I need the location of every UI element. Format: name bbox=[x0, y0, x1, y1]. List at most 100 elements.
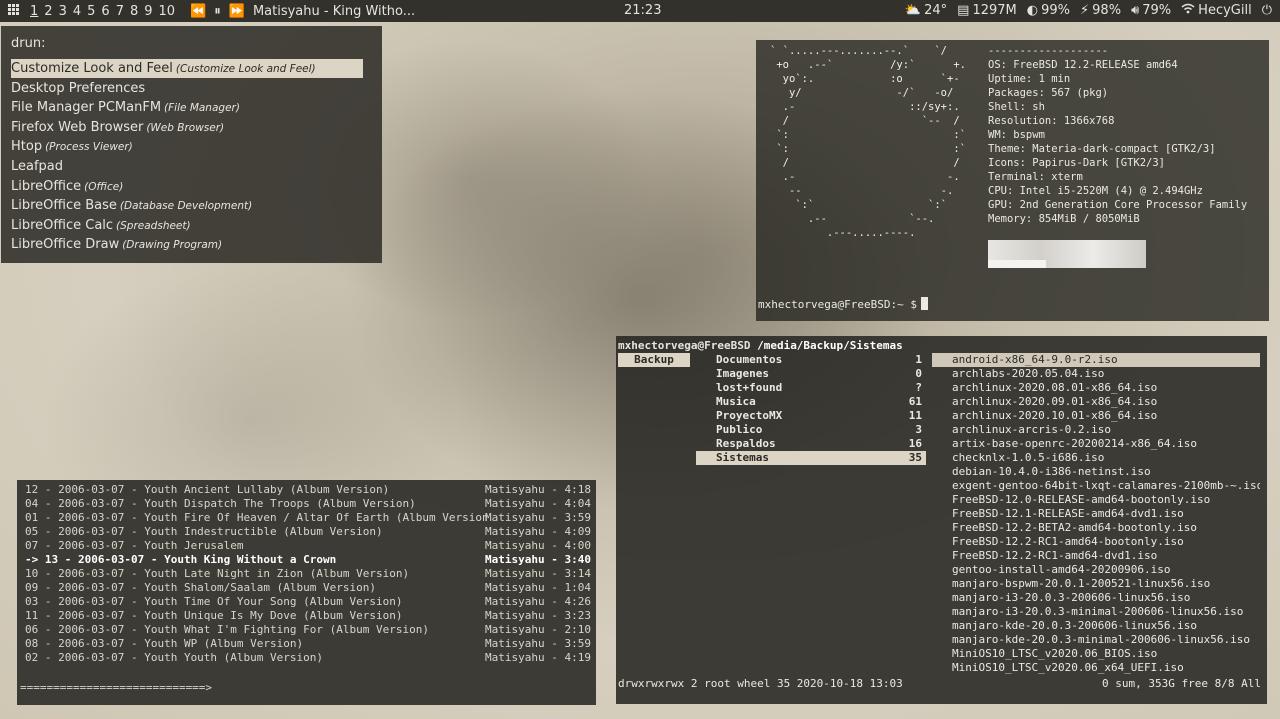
track-row[interactable]: 04 - 2006-03-07 - Youth Dispatch The Tro… bbox=[17, 497, 596, 511]
weather-value: 24° bbox=[924, 3, 948, 18]
file-entry[interactable]: exgent-gentoo-64bit-lxqt-calamares-2100m… bbox=[932, 479, 1260, 493]
track-row[interactable]: 11 - 2006-03-07 - Youth Unique Is My Dov… bbox=[17, 609, 596, 623]
preview-column: android-x86_64-9.0-r2.iso archlabs-2020.0… bbox=[932, 353, 1260, 675]
entry-name: LibreOffice Base bbox=[11, 198, 117, 214]
track-artist-duration: Matisyahu - 4:09 bbox=[485, 525, 591, 538]
wifi-name: HecyGill bbox=[1198, 3, 1252, 18]
apps-grid-icon[interactable] bbox=[0, 3, 27, 19]
workspace-5[interactable]: 5 bbox=[84, 4, 98, 19]
track-row[interactable]: 07 - 2006-03-07 - Youth Jerusalem Matisya… bbox=[17, 539, 596, 553]
workspace-10[interactable]: 10 bbox=[156, 4, 179, 19]
launcher-entry[interactable]: Leafpad bbox=[11, 157, 363, 176]
memory-value: 1297M bbox=[972, 3, 1017, 18]
file-entry[interactable]: manjaro-i3-20.0.3-200606-linux56.iso bbox=[932, 591, 1260, 605]
volume-indicator[interactable]: 🔊︎ 79% bbox=[1131, 3, 1171, 18]
file-entry[interactable]: archlinux-2020.10.01-x86_64.iso bbox=[932, 409, 1260, 423]
launcher-entry[interactable]: LibreOffice Base (Database Development) bbox=[11, 196, 363, 215]
file-entry[interactable]: MiniOS10_LTSC_v2020.06_x64_UEFI.iso bbox=[932, 661, 1260, 675]
file-entry[interactable]: FreeBSD-12.2-RC1-amd64-dvd1.iso bbox=[932, 549, 1260, 563]
track-row[interactable]: 08 - 2006-03-07 - Youth WP (Album Versio… bbox=[17, 637, 596, 651]
file-entry[interactable]: manjaro-kde-20.0.3-minimal-200606-linux5… bbox=[932, 633, 1260, 647]
file-entry[interactable]: gentoo-install-amd64-20200906.iso bbox=[932, 563, 1260, 577]
workspace-7[interactable]: 7 bbox=[113, 4, 127, 19]
track-row[interactable]: 05 - 2006-03-07 - Youth Indestructible (… bbox=[17, 525, 596, 539]
clock: 21:23 bbox=[624, 3, 662, 18]
track-title: 05 - 2006-03-07 - Youth Indestructible (… bbox=[25, 525, 383, 538]
user-host: mxhectorvega@FreeBSD bbox=[618, 339, 751, 352]
track-artist-duration: Matisyahu - 3:59 bbox=[485, 511, 591, 524]
workspace-9[interactable]: 9 bbox=[141, 4, 155, 19]
pause-button[interactable]: ⏸ bbox=[210, 4, 225, 19]
workspace-8[interactable]: 8 bbox=[127, 4, 141, 19]
file-entry[interactable]: android-x86_64-9.0-r2.iso bbox=[932, 353, 1260, 367]
file-entry[interactable]: FreeBSD-12.2-RC1-amd64-bootonly.iso bbox=[932, 535, 1260, 549]
track-artist-duration: Matisyahu - 4:19 bbox=[485, 651, 591, 664]
file-entry[interactable]: checknlx-1.0.5-i686.iso bbox=[932, 451, 1260, 465]
launcher-entry[interactable]: LibreOffice (Office) bbox=[11, 177, 363, 196]
track-row[interactable]: 01 - 2006-03-07 - Youth Fire Of Heaven /… bbox=[17, 511, 596, 525]
file-entry[interactable]: FreeBSD-12.1-RELEASE-amd64-dvd1.iso bbox=[932, 507, 1260, 521]
parent-entry[interactable]: Backup bbox=[618, 353, 690, 367]
entry-generic-name: (Web Browser) bbox=[146, 121, 225, 134]
directory-entry[interactable]: lost+found? bbox=[696, 381, 926, 395]
workspace-1[interactable]: 1 bbox=[27, 4, 41, 19]
file-entry[interactable]: archlabs-2020.05.04.iso bbox=[932, 367, 1260, 381]
launcher-entry[interactable]: Desktop Preferences bbox=[11, 79, 363, 98]
launcher-entry[interactable]: File Manager PCManFM (File Manager) bbox=[11, 98, 363, 117]
file-entry[interactable]: archlinux-2020.09.01-x86_64.iso bbox=[932, 395, 1260, 409]
directory-entry[interactable]: Publico 3 bbox=[696, 423, 926, 437]
entry-generic-name: (Spreadsheet) bbox=[116, 219, 191, 232]
directory-entry[interactable]: ProyectoMX 11 bbox=[696, 409, 926, 423]
workspace-6[interactable]: 6 bbox=[98, 4, 112, 19]
previous-track-button[interactable]: ⏪ bbox=[186, 4, 210, 19]
track-artist-duration: Matisyahu - 4:00 bbox=[485, 539, 591, 552]
track-title: 08 - 2006-03-07 - Youth WP (Album Versio… bbox=[25, 637, 304, 650]
directory-entry[interactable]: Musica 61 bbox=[696, 395, 926, 409]
track-artist-duration: Matisyahu - 3:14 bbox=[485, 567, 591, 580]
file-entry[interactable]: archlinux-arcris-0.2.iso bbox=[932, 423, 1260, 437]
wifi-indicator[interactable]: HecyGill bbox=[1181, 3, 1252, 18]
launcher-entry[interactable]: Firefox Web Browser (Web Browser) bbox=[11, 118, 363, 137]
launcher-entry[interactable]: Htop (Process Viewer) bbox=[11, 137, 363, 156]
directory-entry[interactable]: Respaldos 16 bbox=[696, 437, 926, 451]
neofetch-terminal[interactable]: ` `.....---.......--.` `/ +o .--` /y:` +… bbox=[756, 40, 1269, 321]
file-entry[interactable]: manjaro-kde-20.0.3-200606-linux56.iso bbox=[932, 619, 1260, 633]
directory-entry[interactable]: Documentos 1 bbox=[696, 353, 926, 367]
track-title: 11 - 2006-03-07 - Youth Unique Is My Dov… bbox=[25, 609, 403, 622]
launcher-prompt[interactable]: drun: bbox=[11, 36, 45, 51]
track-artist-duration: Matisyahu - 4:04 bbox=[485, 497, 591, 510]
track-row[interactable]: 02 - 2006-03-07 - Youth Youth (Album Ver… bbox=[17, 651, 596, 665]
directory-entry[interactable]: Imagenes 0 bbox=[696, 367, 926, 381]
track-row[interactable]: 10 - 2006-03-07 - Youth Late Night in Zi… bbox=[17, 567, 596, 581]
file-entry[interactable]: manjaro-i3-20.0.3-minimal-200606-linux56… bbox=[932, 605, 1260, 619]
file-entry[interactable]: archlinux-2020.08.01-x86_64.iso bbox=[932, 381, 1260, 395]
file-entry[interactable]: manjaro-bspwm-20.0.1-200521-linux56.iso bbox=[932, 577, 1260, 591]
file-entry[interactable]: MiniOS10_LTSC_v2020.06_BIOS.iso bbox=[932, 647, 1260, 661]
launcher-entry[interactable]: LibreOffice Draw (Drawing Program) bbox=[11, 235, 363, 254]
entry-generic-name: (Customize Look and Feel) bbox=[175, 63, 316, 75]
file-entry[interactable]: FreeBSD-12.0-RELEASE-amd64-bootonly.iso bbox=[932, 493, 1260, 507]
workspace-3[interactable]: 3 bbox=[56, 4, 70, 19]
track-artist-duration: Matisyahu - 4:26 bbox=[485, 595, 591, 608]
track-row[interactable]: 06 - 2006-03-07 - Youth What I'm Fightin… bbox=[17, 623, 596, 637]
prompt-text: mxhectorvega@FreeBSD:~ $ bbox=[758, 298, 917, 311]
workspace-4[interactable]: 4 bbox=[70, 4, 84, 19]
file-entry[interactable]: artix-base-openrc-20200214-x86_64.iso bbox=[932, 437, 1260, 451]
power-icon[interactable]: ⏻ bbox=[1262, 3, 1272, 18]
shell-prompt[interactable]: mxhectorvega@FreeBSD:~ $ bbox=[758, 297, 928, 311]
launcher-entry[interactable]: LibreOffice Calc (Spreadsheet) bbox=[11, 216, 363, 235]
file-entry[interactable]: FreeBSD-12.2-BETA2-amd64-bootonly.iso bbox=[932, 521, 1260, 535]
workspace-2[interactable]: 2 bbox=[41, 4, 55, 19]
file-entry[interactable]: debian-10.4.0-i386-netinst.iso bbox=[932, 465, 1260, 479]
track-row[interactable]: 03 - 2006-03-07 - Youth Time Of Your Son… bbox=[17, 595, 596, 609]
freebsd-ascii-logo: ` `.....---.......--.` `/ +o .--` /y:` +… bbox=[770, 45, 966, 239]
track-row[interactable]: 09 - 2006-03-07 - Youth Shalom/Saalam (A… bbox=[17, 581, 596, 595]
directory-entry[interactable]: Sistemas 35 bbox=[696, 451, 926, 465]
track-title: -> 13 - 2006-03-07 - Youth King Without … bbox=[25, 553, 337, 566]
track-row[interactable]: -> 13 - 2006-03-07 - Youth King Without … bbox=[17, 553, 596, 567]
launcher-entry[interactable]: Customize Look and Feel (Customize Look a… bbox=[11, 59, 363, 78]
track-row[interactable]: 12 - 2006-03-07 - Youth Ancient Lullaby … bbox=[17, 483, 596, 497]
next-track-button[interactable]: ⏩ bbox=[225, 4, 249, 19]
battery-icon: ⚡ bbox=[1080, 3, 1090, 18]
now-playing[interactable]: Matisyahu - King Witho... bbox=[253, 4, 415, 19]
